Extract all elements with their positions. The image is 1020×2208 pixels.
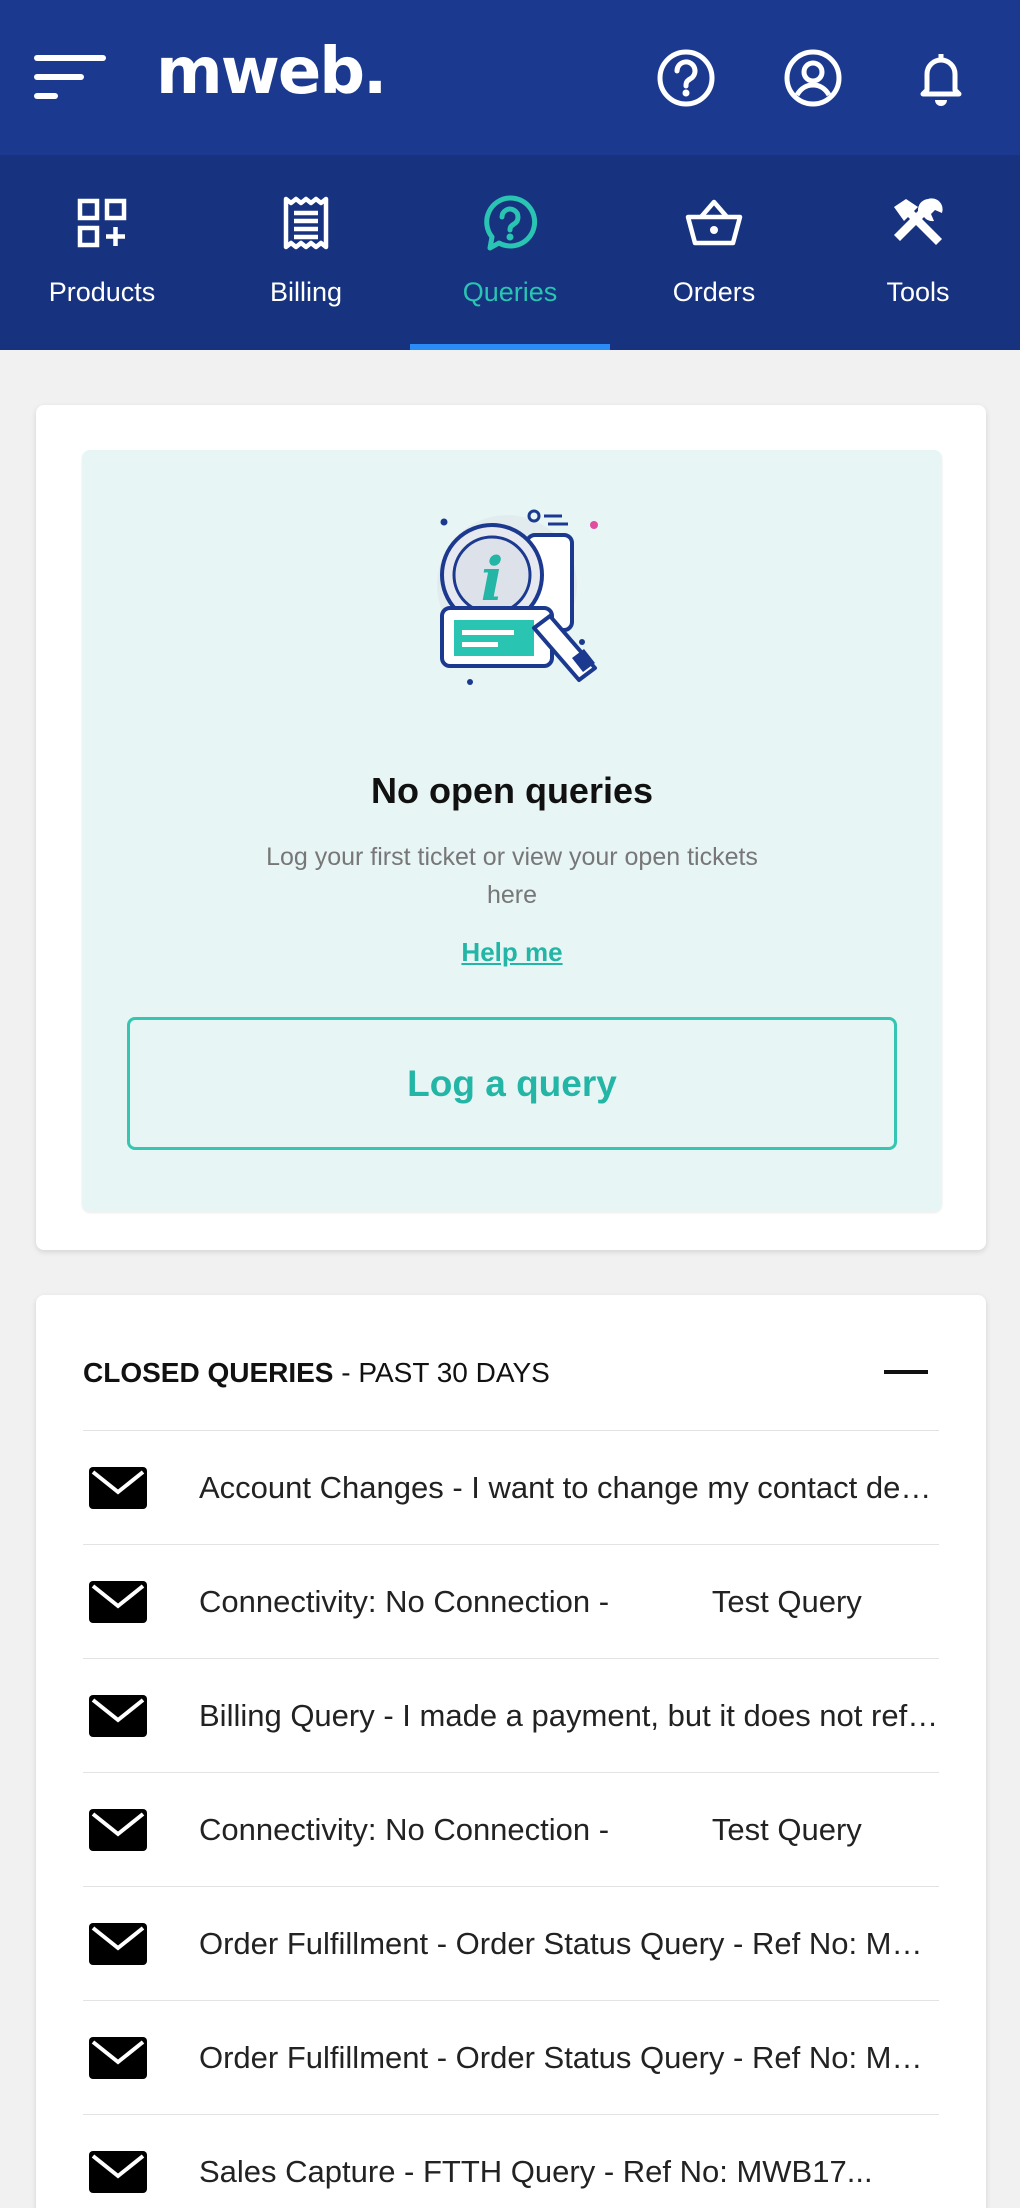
tab-queries[interactable]: Queries	[408, 155, 612, 350]
envelope-icon	[89, 1581, 147, 1623]
tab-billing[interactable]: Billing	[204, 155, 408, 350]
products-grid-icon	[72, 193, 132, 253]
log-query-button[interactable]: Log a query	[127, 1017, 897, 1150]
tab-orders[interactable]: Orders	[612, 155, 816, 350]
envelope-icon	[89, 1695, 147, 1737]
closed-query-item[interactable]: Sales Capture - FTTH Query - Ref No: MWB…	[83, 2114, 939, 2208]
tab-products[interactable]: Products	[0, 155, 204, 350]
closed-query-title: Order Fulfillment - Order Status Query -…	[199, 2040, 939, 2075]
closed-queries-heading-separator: -	[333, 1357, 359, 1388]
app-bar: mweb.	[0, 0, 1020, 155]
help-circle-icon[interactable]	[654, 46, 718, 110]
basket-icon	[684, 193, 744, 253]
collapse-minus-icon[interactable]	[884, 1350, 928, 1394]
closed-query-title: Connectivity: No Connection - Test Query	[199, 1584, 862, 1619]
question-bubble-icon	[480, 193, 540, 253]
account-icon[interactable]	[781, 46, 845, 110]
envelope-icon	[89, 2037, 147, 2079]
help-me-link[interactable]: Help me	[82, 937, 942, 968]
receipt-icon	[276, 193, 336, 253]
tools-icon	[888, 193, 948, 253]
info-search-illustration: i	[422, 490, 622, 690]
envelope-icon	[89, 2151, 147, 2193]
tab-label: Tools	[886, 277, 950, 307]
envelope-icon	[89, 1809, 147, 1851]
closed-query-title: Connectivity: No Connection - Test Query	[199, 1812, 862, 1847]
menu-icon[interactable]	[34, 53, 106, 101]
empty-state-subtitle: Log your first ticket or view your open …	[266, 843, 758, 909]
closed-query-title: Account Changes - I want to change my co…	[199, 1470, 939, 1505]
tab-bar: Products Billing Queries Orders Tools	[0, 155, 1020, 350]
mweb-logo[interactable]: mweb.	[156, 40, 387, 104]
closed-query-item[interactable]: Billing Query - I made a payment, but it…	[83, 1658, 939, 1772]
closed-query-title: Sales Capture - FTTH Query - Ref No: MWB…	[199, 2154, 873, 2189]
empty-state-title: No open queries	[370, 770, 654, 811]
closed-query-item[interactable]: Connectivity: No Connection - Test Query	[83, 1544, 939, 1658]
empty-state-panel: i No open queries Log your first ticket …	[82, 450, 942, 1212]
closed-queries-heading-bold: CLOSED QUERIES	[83, 1357, 334, 1388]
tab-label: Products	[48, 277, 156, 307]
envelope-icon	[89, 1923, 147, 1965]
envelope-icon	[89, 1467, 147, 1509]
tab-label: Orders	[672, 277, 756, 307]
tab-label: Billing	[269, 277, 343, 307]
closed-queries-heading-period: PAST 30 DAYS	[358, 1357, 550, 1388]
svg-text:i: i	[481, 545, 504, 615]
closed-queries-heading: CLOSED QUERIES - PAST 30 DAYS	[83, 1357, 550, 1389]
bell-icon[interactable]	[909, 46, 973, 110]
closed-query-item[interactable]: Connectivity: No Connection - Test Query	[83, 1772, 939, 1886]
tab-label: Queries	[462, 277, 558, 307]
tab-tools[interactable]: Tools	[816, 155, 1020, 350]
closed-query-item[interactable]: Order Fulfillment - Order Status Query -…	[83, 1886, 939, 2000]
closed-query-title: Billing Query - I made a payment, but it…	[199, 1698, 939, 1733]
closed-queries-list: Account Changes - I want to change my co…	[83, 1430, 939, 2208]
closed-query-item[interactable]: Account Changes - I want to change my co…	[83, 1430, 939, 1544]
closed-query-title: Order Fulfillment - Order Status Query -…	[199, 1926, 939, 1961]
closed-queries-card: CLOSED QUERIES - PAST 30 DAYS Account Ch…	[36, 1295, 986, 2208]
open-queries-card: i No open queries Log your first ticket …	[36, 405, 986, 1250]
closed-query-item[interactable]: Order Fulfillment - Order Status Query -…	[83, 2000, 939, 2114]
